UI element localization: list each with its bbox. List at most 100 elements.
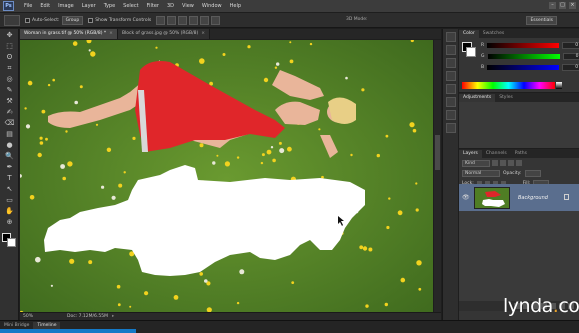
document-canvas[interactable]: [20, 40, 433, 319]
dandelion: [79, 85, 83, 89]
align-top-button[interactable]: [156, 15, 166, 25]
dandelion: [345, 76, 348, 80]
watermark-suffix: com: [558, 295, 579, 317]
actions-panel-icon[interactable]: [446, 123, 456, 133]
dandelion: [274, 66, 278, 69]
type-tool-icon[interactable]: T: [3, 173, 16, 183]
minimize-button[interactable]: –: [549, 2, 556, 9]
dandelion: [199, 58, 205, 64]
dandelion: [261, 153, 265, 157]
menu-select[interactable]: Select: [119, 3, 142, 9]
crop-tool-icon[interactable]: ⌗: [3, 63, 16, 73]
paragraph-panel-icon[interactable]: [446, 84, 456, 94]
gradient-tool-icon[interactable]: ▤: [3, 129, 16, 139]
dodge-tool-icon[interactable]: ●: [3, 140, 16, 150]
character-panel-icon[interactable]: [446, 71, 456, 81]
show-transform-checkbox[interactable]: [88, 17, 94, 23]
black-white-ramp[interactable]: [556, 82, 562, 89]
pen-tool-icon[interactable]: ✒: [3, 162, 16, 172]
zoom-tool-icon[interactable]: 🔍: [3, 151, 16, 161]
history-panel-icon[interactable]: [446, 32, 456, 42]
close-window-button[interactable]: ×: [569, 2, 576, 9]
close-icon[interactable]: ×: [201, 29, 205, 39]
background-color-chip[interactable]: [466, 47, 476, 57]
green-value[interactable]: 0: [562, 53, 579, 60]
tool-preset-picker[interactable]: [4, 14, 20, 26]
pixel-filter-icon[interactable]: [492, 160, 498, 166]
color-ramp[interactable]: [462, 82, 555, 89]
layer-name[interactable]: Background: [518, 195, 548, 201]
show-transform-option: Show Transform Controls: [88, 17, 151, 23]
align-left-button[interactable]: [189, 15, 199, 25]
close-icon[interactable]: ×: [109, 29, 113, 39]
brush-panel-icon[interactable]: [446, 97, 456, 107]
dandelion: [416, 260, 422, 266]
tools-panel: ✥ ⬚ ʘ ⌗ ◎ ✎ ⚒ ✍ ⌫ ▤ ● 🔍 ✒ T ↖ ▭ ✋ ⊕: [0, 29, 19, 333]
menu-filter[interactable]: Filter: [143, 3, 163, 9]
workspace-dropdown[interactable]: Essentials: [526, 16, 557, 25]
tab-channels[interactable]: Channels: [482, 150, 511, 158]
menu-3d[interactable]: 3D: [163, 3, 178, 9]
menu-view[interactable]: View: [178, 3, 198, 9]
brush-tool-icon[interactable]: ⚒: [3, 96, 16, 106]
menu-type[interactable]: Type: [100, 3, 119, 9]
background-color-swatch[interactable]: [7, 238, 16, 247]
doc-tab-label: Block of grass.jpg @ 50% (RGB/8): [121, 31, 199, 36]
adjustments-panel: Adjustments Styles: [459, 92, 579, 148]
align-center-button[interactable]: [200, 15, 210, 25]
zoom-level[interactable]: 50%: [23, 314, 45, 319]
tab-adjustments[interactable]: Adjustments: [459, 94, 496, 102]
red-slider[interactable]: [487, 43, 560, 48]
move-tool-icon[interactable]: ✥: [3, 30, 16, 40]
blend-mode-dropdown[interactable]: Normal: [462, 169, 500, 177]
clone-source-panel-icon[interactable]: [446, 110, 456, 120]
doc-tab-block-of-grass[interactable]: Block of grass.jpg @ 50% (RGB/8) ×: [117, 29, 211, 39]
clone-stamp-tool-icon[interactable]: ✍: [3, 107, 16, 117]
auto-select-dropdown[interactable]: Group: [61, 15, 84, 25]
eyedropper-tool-icon[interactable]: ◎: [3, 74, 16, 84]
zoom-in-tool-icon[interactable]: ⊕: [3, 217, 16, 227]
menu-image[interactable]: Image: [54, 3, 78, 9]
properties-panel-icon[interactable]: [446, 45, 456, 55]
menu-help[interactable]: Help: [226, 3, 245, 9]
marquee-tool-icon[interactable]: ⬚: [3, 41, 16, 51]
maximize-button[interactable]: □: [559, 2, 566, 9]
eye-icon[interactable]: 👁: [462, 194, 472, 201]
blue-slider[interactable]: [487, 65, 560, 70]
menu-window[interactable]: Window: [198, 3, 226, 9]
vertical-scroll-thumb[interactable]: [435, 135, 440, 170]
align-bottom-button[interactable]: [178, 15, 188, 25]
layer-row-background[interactable]: 👁 Background: [459, 184, 579, 211]
dandelion: [88, 49, 91, 52]
auto-select-checkbox[interactable]: [25, 17, 30, 23]
green-slider[interactable]: [487, 54, 560, 59]
tab-swatches[interactable]: Swatches: [479, 30, 509, 38]
menu-layer[interactable]: Layer: [78, 3, 100, 9]
tab-paths[interactable]: Paths: [511, 150, 531, 158]
path-selection-tool-icon[interactable]: ↖: [3, 184, 16, 194]
adjustment-filter-icon[interactable]: [500, 160, 506, 166]
status-menu-arrow-icon[interactable]: ▸: [112, 314, 114, 319]
doc-tab-woman-in-grass[interactable]: Woman in grass.tif @ 50% (RGB/8) * ×: [20, 29, 118, 39]
menu-edit[interactable]: Edit: [36, 3, 54, 9]
eraser-tool-icon[interactable]: ⌫: [3, 118, 16, 128]
type-filter-icon[interactable]: [508, 160, 514, 166]
red-value[interactable]: 0: [562, 42, 579, 49]
hand-tool-icon[interactable]: ✋: [3, 206, 16, 216]
blue-value[interactable]: 0: [562, 64, 579, 71]
info-panel-icon[interactable]: [446, 58, 456, 68]
menu-file[interactable]: File: [20, 3, 36, 9]
dandelion: [29, 195, 35, 200]
shape-filter-icon[interactable]: [516, 160, 522, 166]
kind-filter-dropdown[interactable]: Kind: [462, 159, 490, 167]
healing-brush-tool-icon[interactable]: ✎: [3, 85, 16, 95]
vertical-scrollbar[interactable]: [434, 40, 441, 319]
rectangle-tool-icon[interactable]: ▭: [3, 195, 16, 205]
tab-color[interactable]: Color: [459, 30, 479, 38]
align-right-button[interactable]: [211, 15, 221, 25]
align-middle-button[interactable]: [167, 15, 177, 25]
opacity-input[interactable]: [524, 169, 541, 177]
lasso-tool-icon[interactable]: ʘ: [3, 52, 16, 62]
tab-layers[interactable]: Layers: [459, 150, 482, 158]
tab-styles[interactable]: Styles: [495, 94, 517, 102]
